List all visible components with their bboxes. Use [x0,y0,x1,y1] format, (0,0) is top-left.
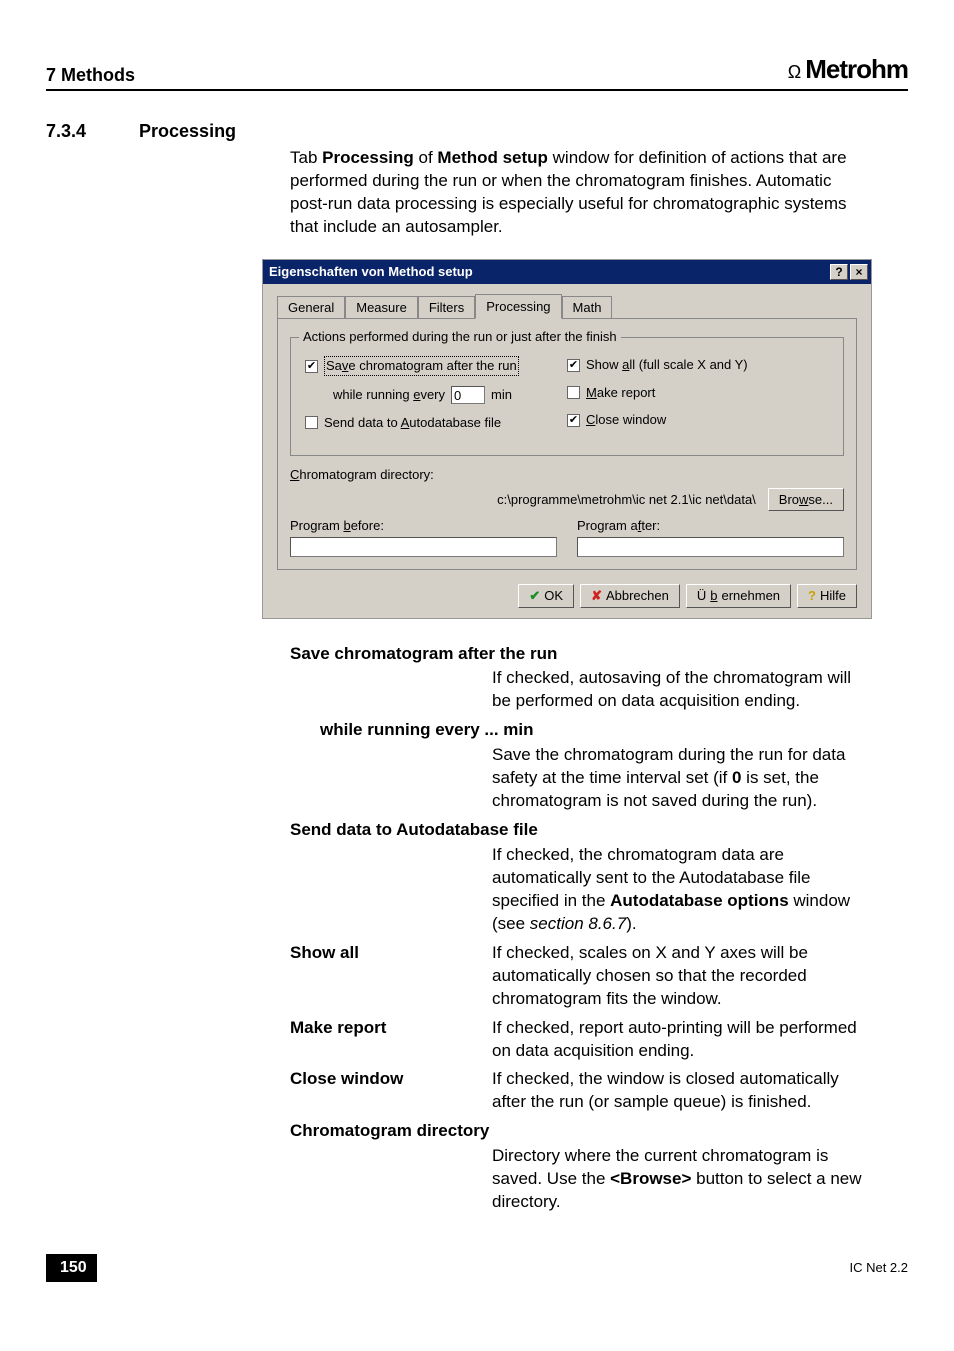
chromatogram-dir-label: Chromatogram directory: [290,466,844,484]
section-number: 7.3.4 [46,119,134,143]
chapter-title: 7 Methods [46,63,135,87]
brand-logo: Ω Metrohm [788,52,908,87]
def-term-report: Make report [290,1017,492,1063]
groupbox-title: Actions performed during the run or just… [299,328,621,346]
while-running-unit: min [491,386,512,404]
program-after-input[interactable] [577,537,844,557]
def-term-while: while running every ... min [320,719,872,742]
intro-paragraph: Tab Processing of Method setup window fo… [290,147,872,239]
close-window-checkbox[interactable] [567,414,580,427]
x-icon: ✘ [591,587,602,605]
while-running-label: while running every [333,386,445,404]
titlebar-help-button[interactable]: ? [830,264,848,280]
def-body-dir: Directory where the current chromatogram… [492,1145,872,1214]
def-term-save: Save chromatogram after the run [290,643,872,666]
save-chromatogram-checkbox[interactable] [305,360,318,373]
page-number: 150 [46,1254,97,1282]
section-heading: 7.3.4 Processing [46,119,908,143]
titlebar-close-button[interactable]: × [850,264,868,280]
def-term-autodb: Send data to Autodatabase file [290,819,872,842]
brand-name: Metrohm [805,52,908,87]
check-icon: ✔ [529,587,540,605]
send-autodatabase-label: Send data to Autodatabase file [324,414,501,432]
send-autodatabase-checkbox[interactable] [305,416,318,429]
tab-filters[interactable]: Filters [418,296,475,319]
intro-bold-processing: Processing [322,148,414,167]
page-footer: 150 IC Net 2.2 [46,1254,908,1282]
method-setup-dialog: Eigenschaften von Method setup ? × Gener… [262,259,872,618]
def-body-save: If checked, autosaving of the chromatogr… [492,667,872,713]
tab-processing[interactable]: Processing [475,294,561,320]
tab-strip: General Measure Filters Processing Math [277,294,857,319]
def-body-showall: If checked, scales on X and Y axes will … [492,942,872,1011]
tab-general[interactable]: General [277,296,345,319]
dialog-titlebar: Eigenschaften von Method setup ? × [263,260,871,284]
close-window-label: Close window [586,411,666,429]
def-term-showall: Show all [290,942,492,1011]
help-button[interactable]: ?Hilfe [797,584,857,608]
def-body-while: Save the chromatogram during the run for… [492,744,872,813]
tab-panel-processing: Actions performed during the run or just… [277,318,857,570]
show-all-checkbox[interactable] [567,359,580,372]
program-after-label: Program after: [577,518,660,533]
tab-math[interactable]: Math [562,296,613,319]
program-before-label: Program before: [290,518,384,533]
def-body-autodb: If checked, the chromatogram data are au… [492,844,872,936]
while-running-input[interactable]: 0 [451,386,485,404]
def-body-close: If checked, the window is closed automat… [492,1068,872,1114]
show-all-label: Show all (full scale X and Y) [586,356,748,374]
omega-icon: Ω [788,60,801,84]
intro-text: of [414,148,438,167]
definitions-block: Save chromatogram after the run If check… [290,643,872,1215]
intro-text: Tab [290,148,322,167]
ok-button[interactable]: ✔OK [518,584,574,608]
apply-button[interactable]: Übernehmen [686,584,791,608]
question-icon: ? [808,587,816,605]
dialog-button-row: ✔OK ✘Abbrechen Übernehmen ?Hilfe [277,584,857,608]
section-title: Processing [139,121,236,141]
cancel-button[interactable]: ✘Abbrechen [580,584,680,608]
save-chromatogram-label: Save chromatogram after the run [324,356,519,376]
product-version: IC Net 2.2 [849,1259,908,1277]
intro-bold-method-setup: Method setup [437,148,548,167]
program-before-input[interactable] [290,537,557,557]
tab-measure[interactable]: Measure [345,296,418,319]
def-body-report: If checked, report auto-printing will be… [492,1017,872,1063]
page-header: 7 Methods Ω Metrohm [46,52,908,91]
browse-button[interactable]: Browse... [768,488,844,512]
def-term-close: Close window [290,1068,492,1114]
chromatogram-dir-path: c:\programme\metrohm\ic net 2.1\ic net\d… [290,491,760,509]
make-report-checkbox[interactable] [567,386,580,399]
make-report-label: Make report [586,384,655,402]
actions-groupbox: Actions performed during the run or just… [290,337,844,456]
def-term-dir: Chromatogram directory [290,1120,872,1143]
dialog-title: Eigenschaften von Method setup [269,263,473,281]
